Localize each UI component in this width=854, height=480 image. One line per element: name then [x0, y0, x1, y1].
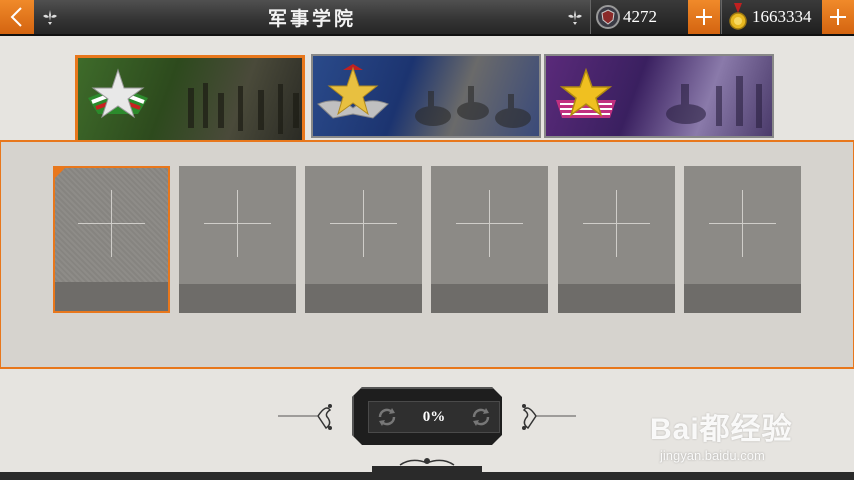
scroll-ornament-left-icon	[278, 404, 332, 430]
tab-gold-star-insignia[interactable]	[544, 54, 774, 138]
slot-2[interactable]	[179, 166, 296, 313]
slot-4[interactable]	[431, 166, 548, 313]
currency-2-box: 1663334	[721, 0, 823, 34]
top-bar: 军事学院 4272 1663334	[0, 0, 854, 36]
winged-star-icon	[317, 64, 389, 119]
currency-1-value: 4272	[623, 7, 657, 26]
progress-display: 0%	[368, 401, 500, 433]
buy-currency-2-button[interactable]	[822, 0, 854, 34]
slot-panel	[0, 140, 854, 369]
tab-silver-wing-insignia[interactable]	[311, 54, 541, 138]
watermark-url: jingyan.baidu.com	[660, 448, 765, 463]
fleur-de-lis-right-icon	[568, 10, 582, 25]
currency-1-box: 4272	[590, 0, 689, 34]
slot-6[interactable]	[684, 166, 801, 313]
slot-label-area	[179, 284, 296, 313]
gold-medal-icon	[729, 3, 747, 30]
refresh-left-icon	[378, 408, 396, 426]
hungarian-star-badge-icon	[88, 68, 148, 119]
watermark: Bai都经验 jingyan.baidu.com	[650, 404, 793, 463]
plus-icon	[696, 9, 712, 25]
cavalry-scene-image	[317, 64, 531, 128]
refresh-right-icon	[472, 408, 490, 426]
slot-label-area	[684, 284, 801, 313]
slot-label-area	[558, 284, 675, 313]
selected-corner-marker	[55, 168, 65, 178]
shield-coin-icon	[596, 5, 620, 29]
currency-2-value: 1663334	[752, 7, 812, 26]
slot-5[interactable]	[558, 166, 675, 313]
slot-label-area	[55, 282, 168, 311]
plus-icon	[830, 9, 846, 25]
slot-3[interactable]	[305, 166, 422, 313]
progress-percent: 0%	[422, 408, 446, 425]
scroll-ornament-right-icon	[522, 404, 576, 430]
battle-scene-image	[88, 68, 299, 134]
tab-hungarian-insignia[interactable]	[75, 55, 305, 143]
buy-currency-1-button[interactable]	[688, 0, 720, 34]
back-button[interactable]	[0, 0, 34, 34]
back-arrow-icon	[10, 7, 22, 27]
slot-label-area	[305, 284, 422, 313]
watermark-brand: Bai都经验	[650, 413, 793, 446]
progress-plaque: 0%	[352, 387, 502, 445]
slot-label-area	[431, 284, 548, 313]
slot-1[interactable]	[53, 166, 170, 313]
page-title: 军事学院	[267, 8, 356, 30]
bottom-bar	[0, 472, 854, 480]
bottom-ornament-icon	[399, 458, 455, 466]
gold-star-ribbon-icon	[556, 67, 616, 118]
napoleon-scene-image	[556, 67, 762, 128]
